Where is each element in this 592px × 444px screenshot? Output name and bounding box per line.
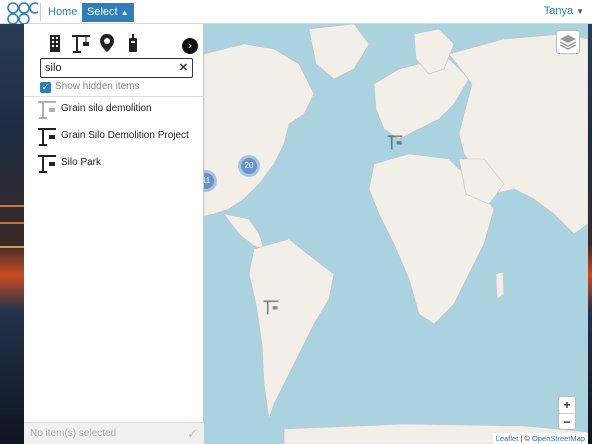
crane-marker-icon[interactable]: [386, 133, 404, 151]
nav-select-label: Select: [87, 6, 118, 18]
cluster-count: 20: [241, 158, 257, 174]
map-pin-icon[interactable]: [96, 32, 118, 54]
background-light-streak: [0, 246, 26, 248]
show-hidden-checkbox[interactable]: ✓: [40, 82, 51, 93]
result-item[interactable]: Grain silo demolition: [36, 98, 201, 122]
user-name: Tanya: [543, 5, 574, 17]
item-type-filter-row: ›: [24, 30, 204, 58]
crane-icon[interactable]: [70, 32, 92, 54]
building-icon[interactable]: [44, 32, 66, 54]
user-menu[interactable]: Tanya ▼: [544, 5, 584, 17]
result-item[interactable]: Silo Park: [36, 152, 201, 176]
result-item[interactable]: Grain Silo Demolition Project: [36, 125, 201, 149]
leaflet-link[interactable]: Leaflet: [496, 434, 519, 443]
nav-select-menu[interactable]: Select ▲: [82, 3, 134, 22]
map-layers-button[interactable]: [556, 30, 580, 54]
chevron-up-icon: ▲: [120, 8, 129, 17]
confirm-check-icon[interactable]: ✓: [187, 426, 198, 442]
crane-icon: [38, 128, 56, 146]
cluster-count: 11: [204, 173, 214, 189]
search-panel: › ✕ ✓ Show hidden items Grain silo demol…: [24, 24, 204, 444]
nav-divider: [40, 3, 41, 21]
panel-divider: [24, 96, 204, 97]
top-navbar: Home Select ▲ Tanya ▼: [0, 0, 592, 24]
zoom-control: + −: [558, 396, 576, 430]
crane-marker-icon[interactable]: [262, 298, 280, 316]
chevron-down-icon: ▼: [576, 7, 584, 16]
crane-icon: [38, 155, 56, 173]
osm-link[interactable]: OpenStreetMap: [532, 434, 585, 443]
background-light-streak: [0, 205, 26, 207]
crane-icon: [38, 101, 56, 119]
search-box: ✕: [40, 58, 193, 78]
next-arrow-icon[interactable]: ›: [182, 38, 198, 54]
clear-search-icon[interactable]: ✕: [179, 61, 188, 74]
layers-icon: [559, 35, 577, 50]
result-label: Grain Silo Demolition Project: [61, 130, 189, 141]
show-hidden-label: Show hidden items: [55, 81, 140, 92]
search-input[interactable]: [45, 61, 173, 75]
nav-home-link[interactable]: Home: [46, 4, 79, 21]
zoom-in-button[interactable]: +: [559, 397, 575, 413]
zoom-out-button[interactable]: −: [559, 413, 575, 429]
selection-footer: No item(s) selected ✓: [24, 422, 204, 444]
tower-icon[interactable]: [122, 32, 144, 54]
map-cluster-marker[interactable]: 20: [238, 155, 260, 177]
background-light-streak: [0, 222, 24, 224]
map-attribution: Leaflet | © OpenStreetMap: [492, 433, 588, 444]
map-land-layer: [204, 24, 588, 444]
selection-status: No item(s) selected: [30, 428, 117, 439]
result-label: Grain silo demolition: [61, 103, 152, 114]
world-map[interactable]: 20 11 + − Leaflet | © OpenStreetMap: [204, 24, 588, 444]
app-logo-icon[interactable]: [6, 2, 38, 24]
attribution-separator: | ©: [518, 434, 533, 443]
result-label: Silo Park: [61, 157, 102, 168]
